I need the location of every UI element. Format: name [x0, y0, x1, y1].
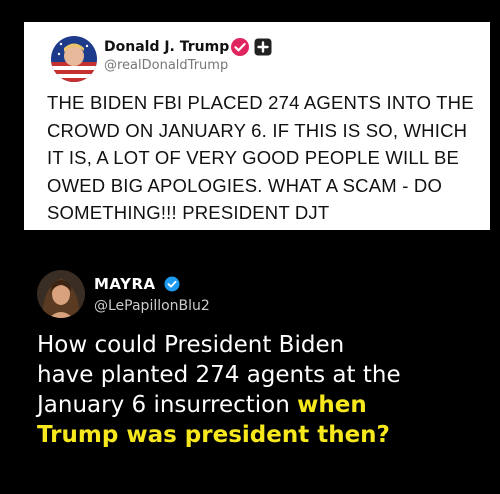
- reply-line-text: January 6 insurrection: [37, 392, 298, 418]
- verified-badge-icon: [231, 38, 249, 56]
- tweet-line: IT IS, A LOT OF VERY GOOD PEOPLE WILL BE: [47, 147, 460, 168]
- plus-square-icon: [254, 38, 272, 56]
- tweet-text: THE BIDEN FBI PLACED 274 AGENTS INTO THE…: [47, 89, 477, 227]
- verified-badge-icon: [164, 276, 180, 292]
- reply-line: How could President Biden: [37, 332, 345, 358]
- highlighted-text: when: [297, 392, 367, 418]
- reply-line: have planted 274 agents at the: [37, 362, 401, 388]
- tweet-line: CROWD ON JANUARY 6. IF THIS IS SO, WHICH: [47, 119, 468, 141]
- tweet-line: SOMETHING!!! PRESIDENT DJT: [47, 202, 330, 223]
- tweet-line: THE BIDEN FBI PLACED 274 AGENTS INTO THE: [47, 92, 474, 113]
- mayra-avatar[interactable]: [37, 270, 85, 318]
- reply-text: How could President Biden have planted 2…: [37, 330, 477, 450]
- author-handle[interactable]: @realDonaldTrump: [104, 58, 228, 73]
- highlighted-text: Trump was president then?: [37, 422, 390, 448]
- tweet-line: OWED BIG APOLOGIES. WHAT A SCAM - DO: [47, 174, 443, 196]
- original-tweet-card: Donald J. Trump @realDonaldTrump THE BID…: [24, 22, 490, 230]
- author-name[interactable]: Donald J. Trump: [104, 39, 229, 55]
- reply-author-name[interactable]: MAYRA: [94, 275, 156, 293]
- trump-avatar[interactable]: [51, 36, 97, 82]
- reply-line: January 6 insurrection when: [37, 390, 477, 420]
- reply-author-handle[interactable]: @LePapillonBlu2: [94, 298, 210, 314]
